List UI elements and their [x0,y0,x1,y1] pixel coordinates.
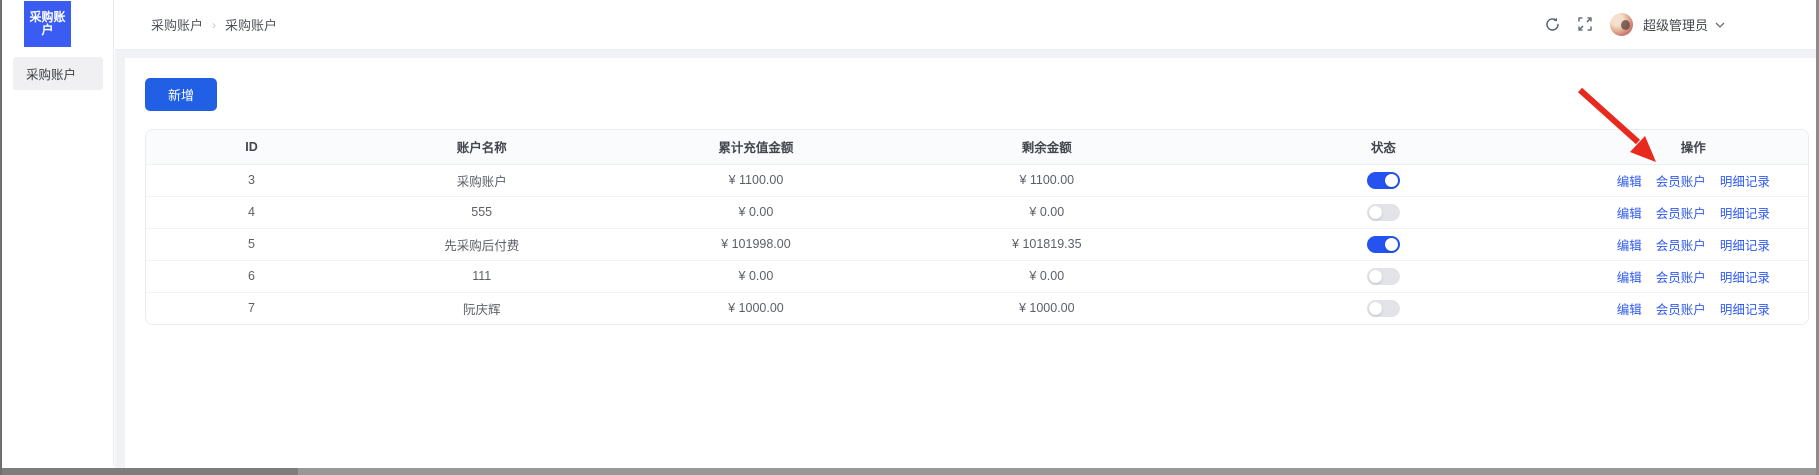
toggle-knob [1385,238,1398,251]
cell-status [1188,292,1579,324]
cell-operations: 编辑会员账户明细记录 [1579,260,1808,292]
cell-total-recharge: ¥ 0.00 [606,260,905,292]
detail-record-link[interactable]: 明细记录 [1720,271,1770,285]
breadcrumb-separator-icon: › [212,18,216,32]
status-toggle[interactable] [1367,172,1400,189]
cell-balance: ¥ 0.00 [906,260,1189,292]
cell-operations: 编辑会员账户明细记录 [1579,292,1808,324]
status-toggle[interactable] [1367,300,1400,317]
member-account-link[interactable]: 会员账户 [1656,271,1706,285]
column-header-operations: 操作 [1579,130,1808,164]
column-header-balance: 剩余金额 [906,130,1189,164]
cell-balance: ¥ 1000.00 [906,292,1189,324]
cell-status [1188,196,1579,228]
cell-account-name: 先采购后付费 [357,228,606,260]
app-window: 采购账户 采购账户 采购账户 › 采购账户 [0,0,1819,475]
user-name[interactable]: 超级管理员 [1643,15,1708,34]
cell-id: 3 [146,164,357,196]
cell-total-recharge: ¥ 101998.00 [606,228,905,260]
cell-id: 5 [146,228,357,260]
table-row: 3采购账户¥ 1100.00¥ 1100.00编辑会员账户明细记录 [146,164,1808,196]
breadcrumb: 采购账户 › 采购账户 [151,15,277,34]
member-account-link[interactable]: 会员账户 [1656,303,1706,317]
toggle-knob [1369,270,1382,283]
detail-record-link[interactable]: 明细记录 [1720,207,1770,221]
column-header-account-name: 账户名称 [357,130,606,164]
table-row: 7阮庆辉¥ 1000.00¥ 1000.00编辑会员账户明细记录 [146,292,1808,324]
scrollbar-thumb[interactable] [2,468,298,475]
cell-balance: ¥ 1100.00 [906,164,1189,196]
sidebar: 采购账户 采购账户 [2,0,114,466]
status-toggle[interactable] [1367,268,1400,285]
horizontal-scrollbar[interactable] [2,468,1816,475]
cell-total-recharge: ¥ 1000.00 [606,292,905,324]
cell-operations: 编辑会员账户明细记录 [1579,164,1808,196]
cell-operations: 编辑会员账户明细记录 [1579,228,1808,260]
status-toggle[interactable] [1367,204,1400,221]
column-header-status: 状态 [1188,130,1579,164]
sidebar-item-purchase-account[interactable]: 采购账户 [13,57,103,90]
table-header: ID 账户名称 累计充值金额 剩余金额 状态 操作 [146,130,1808,164]
cell-account-name: 555 [357,196,606,228]
cell-status [1188,228,1579,260]
breadcrumb-item-current: 采购账户 [225,15,277,34]
cell-total-recharge: ¥ 1100.00 [606,164,905,196]
edit-link[interactable]: 编辑 [1617,239,1642,253]
table-row: 6111¥ 0.00¥ 0.00编辑会员账户明细记录 [146,260,1808,292]
page-content: 新增 ID 账户名称 累计充值金额 剩余金额 [115,50,1816,468]
column-header-id: ID [146,130,357,164]
member-account-link[interactable]: 会员账户 [1656,175,1706,189]
toggle-knob [1369,206,1382,219]
cell-account-name: 111 [357,260,606,292]
topbar: 采购账户 › 采购账户 超级管理员 [115,0,1816,50]
cell-id: 7 [146,292,357,324]
table-row: 5先采购后付费¥ 101998.00¥ 101819.35 编辑会员账户明细记录 [146,228,1808,260]
cell-id: 6 [146,260,357,292]
cell-status [1188,164,1579,196]
toggle-knob [1385,174,1398,187]
detail-record-link[interactable]: 明细记录 [1720,239,1770,253]
table-row: 4555¥ 0.00¥ 0.00编辑会员账户明细记录 [146,196,1808,228]
user-avatar[interactable] [1610,13,1633,36]
cell-total-recharge: ¥ 0.00 [606,196,905,228]
detail-record-link[interactable]: 明细记录 [1720,175,1770,189]
sidebar-item-label: 采购账户 [26,64,76,83]
breadcrumb-item-root[interactable]: 采购账户 [151,15,203,34]
topbar-tools: 超级管理员 [1544,13,1726,36]
member-account-link[interactable]: 会员账户 [1656,239,1706,253]
member-account-link[interactable]: 会员账户 [1656,207,1706,221]
cell-id: 4 [146,196,357,228]
cell-balance: ¥ 0.00 [906,196,1189,228]
content-card: 新增 ID 账户名称 累计充值金额 剩余金额 [125,58,1816,468]
cell-balance: ¥ 101819.35 [906,228,1189,260]
edit-link[interactable]: 编辑 [1617,207,1642,221]
app-logo: 采购账户 [24,1,71,47]
detail-record-link[interactable]: 明细记录 [1720,303,1770,317]
refresh-icon[interactable] [1544,16,1561,33]
add-button[interactable]: 新增 [145,78,217,111]
edit-link[interactable]: 编辑 [1617,175,1642,189]
accounts-table: ID 账户名称 累计充值金额 剩余金额 状态 操作 3采购账户¥ 1100.00… [145,129,1809,325]
cell-status [1188,260,1579,292]
main-area: 采购账户 › 采购账户 超级管理员 [115,0,1816,468]
toggle-knob [1369,302,1382,315]
chevron-down-icon[interactable] [1714,19,1726,31]
cell-operations: 编辑会员账户明细记录 [1579,196,1808,228]
edit-link[interactable]: 编辑 [1617,271,1642,285]
cell-account-name: 阮庆辉 [357,292,606,324]
fullscreen-icon[interactable] [1577,16,1594,33]
edit-link[interactable]: 编辑 [1617,303,1642,317]
status-toggle[interactable] [1367,236,1400,253]
cell-account-name: 采购账户 [357,164,606,196]
column-header-total-recharge: 累计充值金额 [606,130,905,164]
